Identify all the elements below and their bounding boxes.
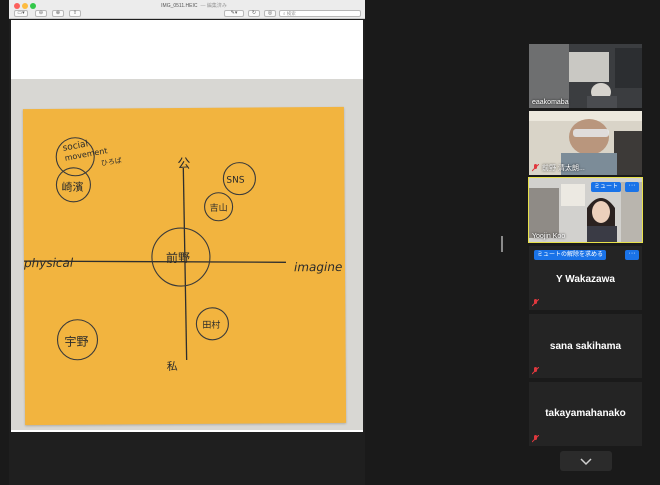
more-options-button[interactable]: ··· <box>625 250 639 260</box>
search-placeholder: 検索 <box>286 11 296 16</box>
muted-mic-icon <box>532 299 539 307</box>
handwriting-drawing: social movement ひろば 崎濱 公 SNS 吉山 前野 physi… <box>23 137 342 373</box>
chevron-down-icon <box>580 458 592 466</box>
window-titlebar: IMG_0511.HEIC — 編集済み ▭▾ ⊖ ⊕ ⇧ ✎▾ ↻ ◎ ⌕ 検索 <box>9 0 365 19</box>
participant-tile-y-wakazawa[interactable]: ミュートの解除を求める ··· Y Wakazawa <box>529 246 642 310</box>
participant-tile-sana-sakihama[interactable]: sana sakihama <box>529 314 642 378</box>
more-options-button[interactable]: ··· <box>625 182 639 192</box>
minimize-window-button[interactable] <box>22 3 28 9</box>
shared-screen-preview-window: IMG_0511.HEIC — 編集済み ▭▾ ⊖ ⊕ ⇧ ✎▾ ↻ ◎ ⌕ 検索 <box>9 0 365 485</box>
text-uno: 宇野 <box>64 335 88 349</box>
muted-mic-icon <box>532 164 539 172</box>
close-window-button[interactable] <box>14 3 20 9</box>
mute-participant-button[interactable]: ミュート <box>591 182 622 192</box>
text-yoshiyama: 吉山 <box>210 203 228 214</box>
participant-name: takayamahanako <box>545 408 626 419</box>
window-title: IMG_0511.HEIC — 編集済み <box>129 2 259 9</box>
participant-name: Y Wakazawa <box>556 274 615 285</box>
participant-tile-yoojin-koo[interactable]: ミュート ··· Yoojin Koo <box>528 177 643 243</box>
text-label-bottom: 私 <box>167 360 178 373</box>
muted-mic-icon <box>532 367 539 375</box>
participant-name: eaakomaba <box>532 99 569 106</box>
participant-name: sana sakihama <box>549 341 622 352</box>
screen: IMG_0511.HEIC — 編集済み ▭▾ ⊖ ⊕ ⇧ ✎▾ ↻ ◎ ⌕ 検索 <box>0 0 660 485</box>
zoom-in-button[interactable]: ⊕ <box>52 10 64 17</box>
text-label-top: 公 <box>177 157 190 172</box>
panel-resize-handle[interactable] <box>501 236 503 252</box>
text-physical: physical <box>23 256 74 270</box>
search-input[interactable]: ⌕ 検索 <box>279 10 361 17</box>
request-unmute-button[interactable]: ミュートの解除を求める <box>534 250 607 260</box>
file-name: IMG_0511.HEIC <box>161 3 198 9</box>
text-imagine: imagine <box>294 260 342 274</box>
image-canvas: social movement ひろば 崎濱 公 SNS 吉山 前野 physi… <box>11 20 363 432</box>
participant-tile-takayamahanako[interactable]: takayamahanako <box>529 382 642 446</box>
edit-status: — 編集済み <box>200 3 227 9</box>
text-tamura: 田村 <box>202 319 220 331</box>
text-maeno: 前野 <box>166 250 190 265</box>
gallery-scroll-down-button[interactable] <box>560 451 612 471</box>
sidebar-toggle-button[interactable]: ▭▾ <box>14 10 28 17</box>
participant-name: 前野 清太朗... <box>542 165 585 172</box>
participant-tile-maeno[interactable]: 前野 清太朗... <box>529 111 642 175</box>
participant-tile-eaakomaba[interactable]: eaakomaba <box>529 44 642 108</box>
zoom-window-button[interactable] <box>30 3 36 9</box>
markup-toolbar-button[interactable]: ◎ <box>264 10 276 17</box>
sticky-note-photo: social movement ひろば 崎濱 公 SNS 吉山 前野 physi… <box>22 106 347 426</box>
zoom-out-button[interactable]: ⊖ <box>35 10 47 17</box>
text-sns: SNS <box>226 176 245 186</box>
text-hiroba: ひろば <box>100 156 122 168</box>
participant-name: Yoojin Koo <box>532 233 566 240</box>
rotate-button[interactable]: ↻ <box>248 10 260 17</box>
muted-mic-icon <box>532 435 539 443</box>
markup-pen-button[interactable]: ✎▾ <box>224 10 244 17</box>
share-button[interactable]: ⇧ <box>69 10 81 17</box>
text-sakihama: 崎濱 <box>61 180 83 194</box>
